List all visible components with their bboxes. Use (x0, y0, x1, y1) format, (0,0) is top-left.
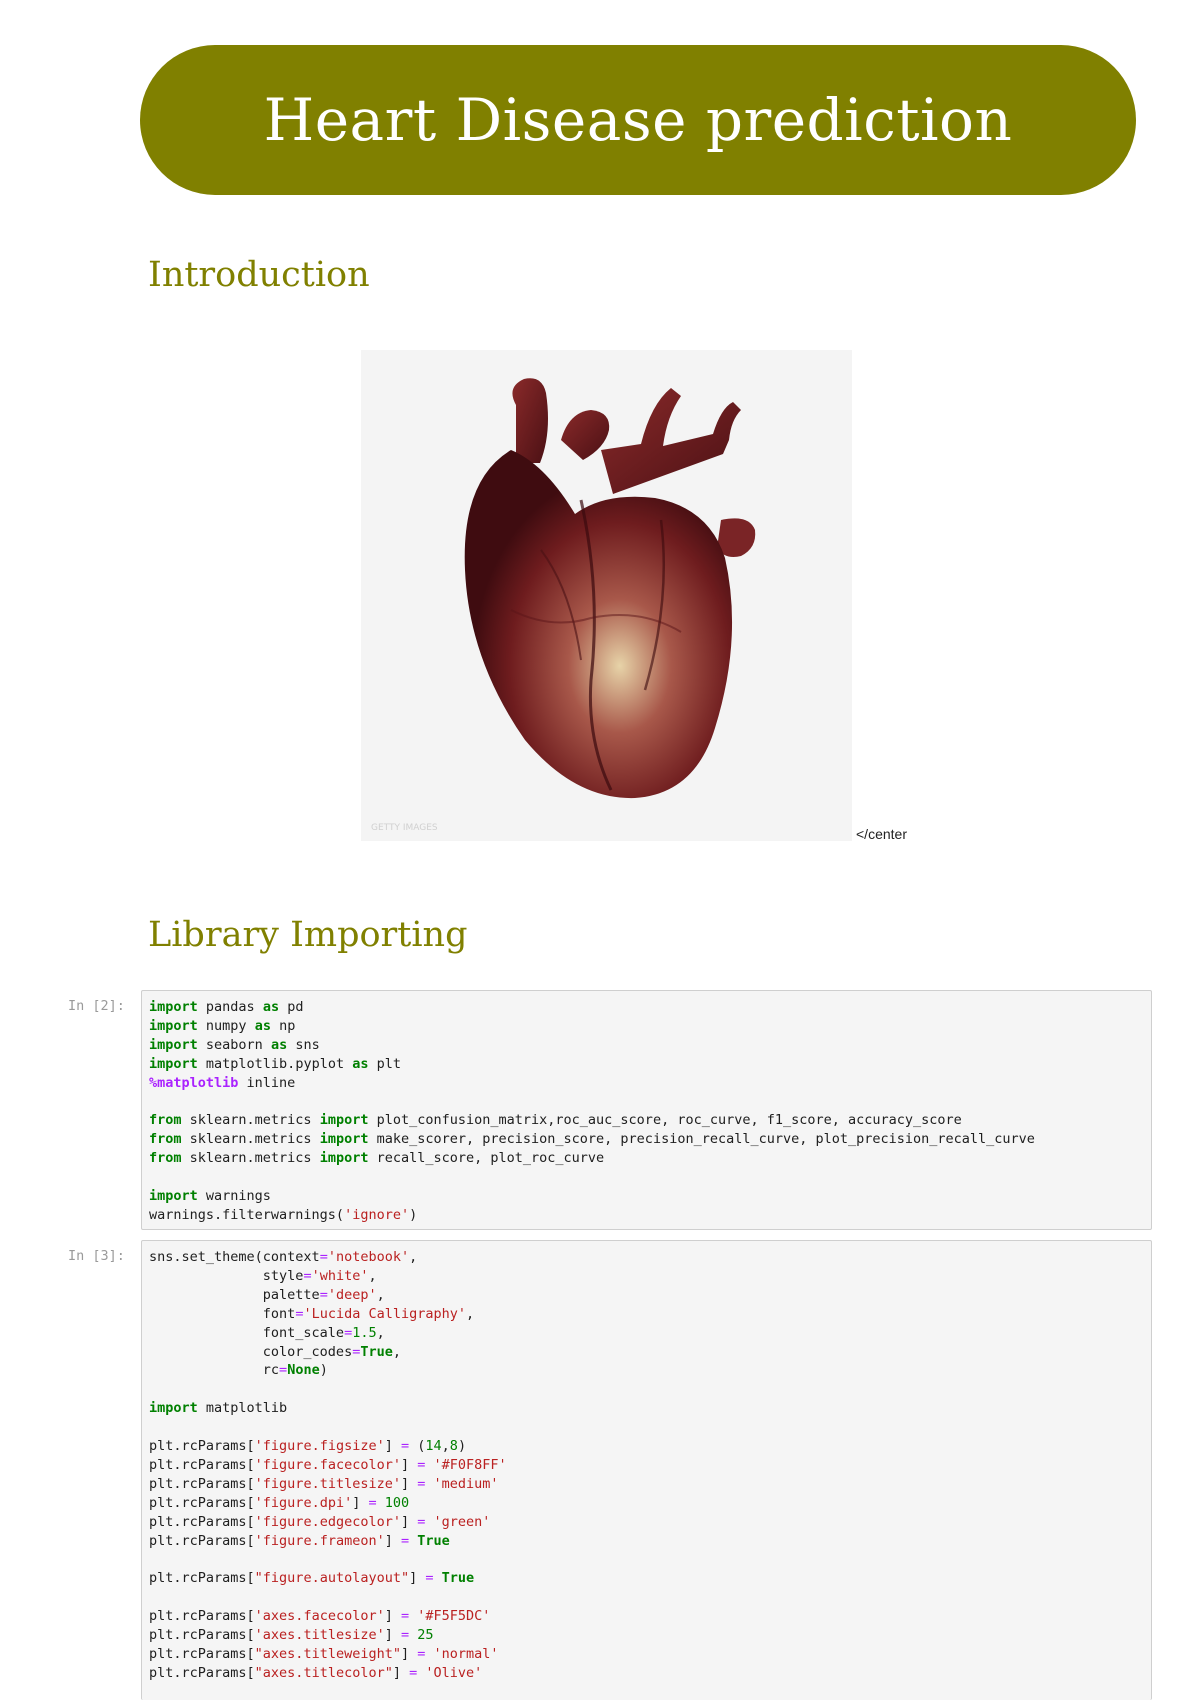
cell-prompt: In [2]: (68, 998, 125, 1014)
page-title: Heart Disease prediction (263, 86, 1013, 154)
code-text: sns.set_theme(context='notebook', style=… (149, 1249, 507, 1681)
image-watermark: GETTY IMAGES (371, 823, 438, 833)
code-text: import pandas as pd import numpy as np i… (149, 999, 1035, 1223)
section-heading-introduction: Introduction (148, 255, 370, 295)
code-input[interactable]: sns.set_theme(context='notebook', style=… (141, 1240, 1152, 1700)
heart-icon (464, 378, 756, 799)
section-heading-library-importing: Library Importing (148, 915, 468, 955)
cell-prompt: In [3]: (68, 1248, 125, 1264)
code-input[interactable]: import pandas as pd import numpy as np i… (141, 990, 1152, 1230)
stray-center-tag: </center (856, 826, 907, 842)
heart-image: GETTY IMAGES (361, 350, 852, 841)
title-banner: Heart Disease prediction (140, 45, 1136, 195)
